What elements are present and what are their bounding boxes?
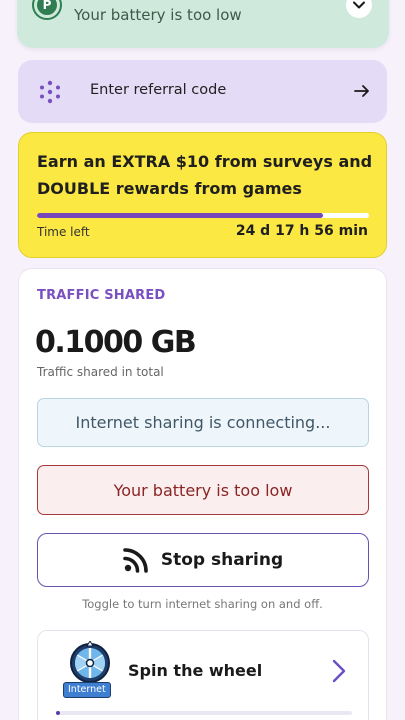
internet-badge: Internet xyxy=(63,682,111,698)
dots-grid-icon xyxy=(40,80,60,104)
app-logo-icon: P xyxy=(34,0,60,18)
referral-label: Enter referral code xyxy=(90,82,227,98)
time-left-value: 24 d 17 h 56 min xyxy=(235,223,368,239)
traffic-value: 0.1000 GB xyxy=(35,325,197,360)
chevron-right-icon[interactable] xyxy=(330,658,348,684)
spin-progress-bar xyxy=(56,711,352,715)
section-label: TRAFFIC SHARED xyxy=(37,288,166,303)
rss-feed-icon xyxy=(123,548,148,573)
traffic-card: TRAFFIC SHARED 0.1000 GB Traffic shared … xyxy=(18,268,387,720)
promo-progress-bar xyxy=(37,213,369,218)
referral-code-button[interactable]: Enter referral code xyxy=(18,60,387,123)
spin-label: Spin the wheel xyxy=(128,661,263,680)
expand-button[interactable] xyxy=(346,0,372,18)
stop-sharing-label: Stop sharing xyxy=(160,550,284,570)
arrow-right-icon xyxy=(354,85,369,97)
spin-progress-fill xyxy=(56,711,61,715)
battery-status-card[interactable]: P Your battery is too low xyxy=(17,0,389,48)
promo-progress-fill xyxy=(37,213,323,218)
battery-warning: Your battery is too low xyxy=(37,465,369,515)
stop-sharing-button[interactable]: Stop sharing xyxy=(37,533,369,587)
promo-title: Earn an EXTRA $10 from surveys and DOUBL… xyxy=(37,152,373,198)
status-message: Your battery is too low xyxy=(74,6,242,24)
time-left-label: Time left xyxy=(37,225,90,239)
promo-banner[interactable]: Earn an EXTRA $10 from surveys and DOUBL… xyxy=(18,132,387,258)
chevron-down-icon xyxy=(353,1,365,9)
connecting-status: Internet sharing is connecting... xyxy=(37,398,369,447)
toggle-hint: Toggle to turn internet sharing on and o… xyxy=(82,597,323,611)
traffic-sub-label: Traffic shared in total xyxy=(37,365,164,379)
spin-wheel-card[interactable]: Internet Spin the wheel xyxy=(37,630,369,720)
